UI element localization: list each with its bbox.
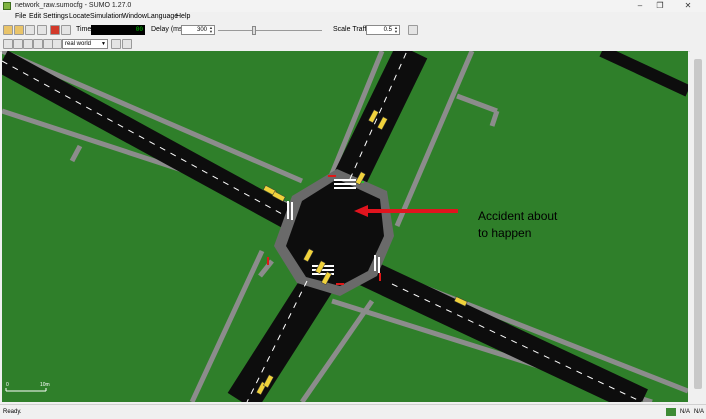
sumo-app-icon	[3, 2, 11, 10]
step-icon[interactable]	[61, 25, 71, 35]
open-folder-icon[interactable]	[3, 25, 13, 35]
status-text: Ready.	[3, 409, 22, 415]
recenter-icon[interactable]	[3, 39, 13, 49]
menu-bar: File Edit Settings Locate Simulation Win…	[0, 12, 706, 23]
stop-icon[interactable]	[50, 25, 60, 35]
status-na-2: N/A	[694, 409, 705, 415]
menu-locate[interactable]: Locate	[69, 13, 90, 20]
menu-window[interactable]: Window	[122, 13, 147, 20]
menu-edit[interactable]: Edit	[29, 13, 41, 20]
accident-annotation: Accident about to happen	[478, 208, 557, 242]
delay-spinbox[interactable]: 300 ▲ ▼	[181, 25, 215, 35]
vertical-scrollbar[interactable]	[690, 51, 706, 402]
network-canvas[interactable]	[2, 51, 688, 402]
window-title: network_raw.sumocfg - SUMO 1.27.0	[15, 2, 132, 9]
simulation-view[interactable]: 0 10m	[2, 51, 688, 402]
simulation-toolbar: Time: 00 Delay (ms): 300 ▲ ▼ Scale Traffi…	[0, 23, 706, 38]
menu-language[interactable]: Language	[147, 13, 178, 20]
screenshot-icon[interactable]	[408, 25, 418, 35]
scale-traffic-spinbox[interactable]: 0.5 ▲ ▼	[366, 25, 400, 35]
scale-start-label: 0	[6, 382, 9, 388]
annotation-line-1: Accident about	[478, 209, 558, 223]
status-bar: Ready. N/A N/A	[0, 404, 706, 419]
menu-file[interactable]: File	[15, 13, 26, 20]
locate-edge-icon[interactable]	[33, 39, 43, 49]
run-icon[interactable]	[37, 25, 47, 35]
locate-junction-icon[interactable]	[23, 39, 33, 49]
annotation-line-2: to happen	[478, 226, 532, 240]
title-bar: network_raw.sumocfg - SUMO 1.27.0 – ❐ ✕	[0, 0, 706, 12]
scale-traffic-value: 0.5	[383, 27, 392, 33]
visualization-settings-icon[interactable]	[122, 39, 132, 49]
menu-simulation[interactable]: Simulation	[90, 13, 123, 20]
minimize-button[interactable]: –	[630, 0, 650, 12]
chevron-down-icon: ▼	[101, 41, 106, 47]
status-na-1: N/A	[680, 409, 691, 415]
close-button[interactable]: ✕	[678, 0, 698, 12]
maximize-button[interactable]: ❐	[650, 0, 670, 12]
toggle-3d-icon[interactable]	[52, 39, 62, 49]
delay-slider-thumb[interactable]	[252, 26, 256, 35]
reload-icon[interactable]	[25, 25, 35, 35]
view-toolbar: real world ▼	[0, 37, 706, 52]
time-display: 00	[91, 25, 145, 35]
spin-arrows-icon[interactable]: ▲ ▼	[208, 26, 214, 34]
menu-settings[interactable]: Settings	[43, 13, 68, 20]
time-value: 00	[135, 26, 143, 33]
zoom-icon[interactable]	[13, 39, 23, 49]
menu-help[interactable]: Help	[176, 13, 190, 20]
viewport-select-value: real world	[65, 41, 92, 47]
delay-value: 300	[196, 27, 207, 33]
open-network-icon[interactable]	[14, 25, 24, 35]
scrollbar-thumb[interactable]	[694, 59, 702, 389]
edit-viewport-icon[interactable]	[111, 39, 121, 49]
viewport-select[interactable]: real world ▼	[62, 39, 108, 49]
scale-end-label: 10m	[40, 382, 50, 388]
network-icon	[666, 408, 676, 416]
delay-slider-track[interactable]	[218, 30, 322, 31]
spin-arrows-icon[interactable]: ▲ ▼	[393, 26, 399, 34]
